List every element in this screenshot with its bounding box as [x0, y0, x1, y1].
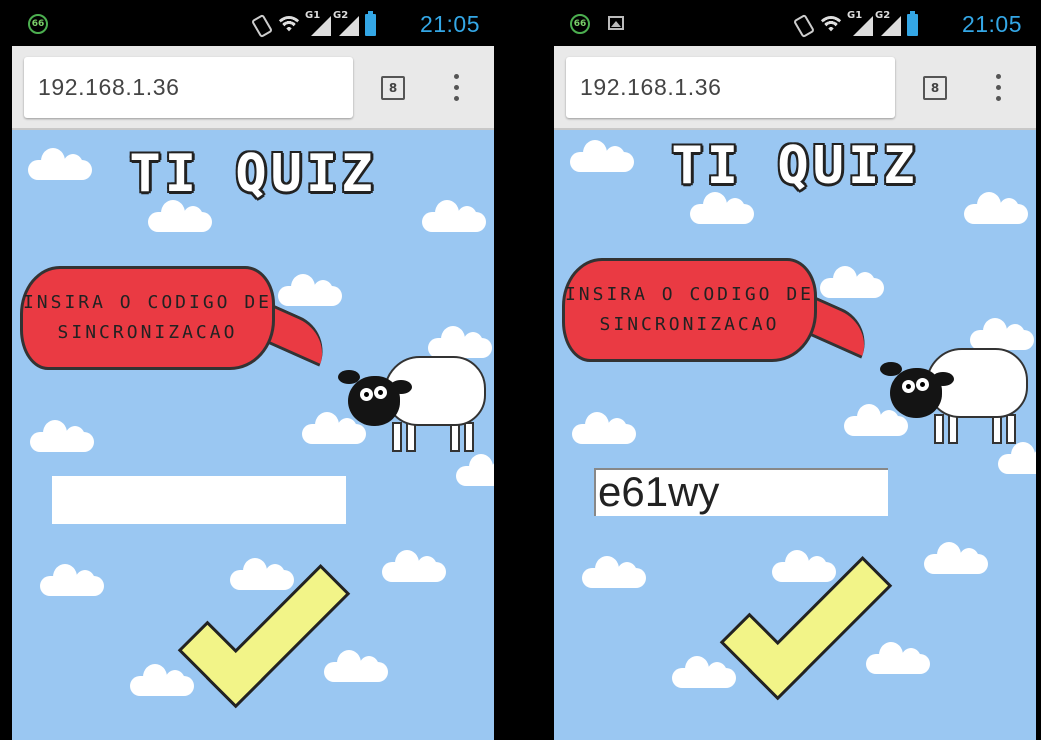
notification-badge-icon: 66 — [570, 14, 590, 34]
tab-switcher-button[interactable]: 8 — [923, 76, 947, 100]
browser-toolbar: 192.168.1.36 8 — [12, 46, 494, 130]
cloud-decoration — [130, 660, 194, 696]
tab-switcher-button[interactable]: 8 — [381, 76, 405, 100]
cloud-decoration — [278, 270, 342, 306]
phone-screen-before: 66 G1 G2 21:05 192.168.1.36 8 TI QUIZ IN… — [12, 0, 494, 740]
cloud-decoration — [382, 546, 446, 582]
cloud-decoration — [866, 638, 930, 674]
cloud-decoration — [572, 408, 636, 444]
address-bar[interactable]: 192.168.1.36 — [24, 57, 353, 118]
quiz-page: TI QUIZ INSIRA O CODIGO DE SINCRONIZACAO — [554, 130, 1036, 740]
sync-code-input[interactable] — [594, 468, 888, 516]
submit-checkmark-button[interactable] — [719, 527, 893, 701]
signal-icon: G2 — [333, 10, 359, 36]
sync-code-prompt: INSIRA O CODIGO DE SINCRONIZACAO — [22, 292, 273, 343]
vibrate-icon — [792, 13, 816, 39]
cloud-decoration — [672, 652, 736, 688]
status-bar: 66 G1 G2 21:05 — [554, 0, 1036, 46]
page-title: TI QUIZ — [671, 136, 919, 196]
signal-icon: G1 — [847, 10, 873, 36]
address-bar[interactable]: 192.168.1.36 — [566, 57, 895, 118]
cloud-decoration — [30, 416, 94, 452]
status-icons: G1 G2 — [792, 10, 918, 39]
cloud-decoration — [582, 552, 646, 588]
phone-screen-after: 66 G1 G2 21:05 192.168.1.36 8 TI QUIZ IN… — [554, 0, 1036, 740]
clock: 21:05 — [961, 11, 1022, 37]
sync-code-prompt: INSIRA O CODIGO DE SINCRONIZACAO — [564, 284, 815, 335]
signal-icon: G2 — [875, 10, 901, 36]
wifi-icon — [275, 14, 303, 36]
battery-icon — [907, 11, 918, 36]
vibrate-icon — [250, 13, 274, 39]
browser-toolbar: 192.168.1.36 8 — [554, 46, 1036, 130]
cloud-decoration — [40, 560, 104, 596]
cloud-decoration — [820, 262, 884, 298]
wifi-icon — [817, 14, 845, 36]
quiz-page: TI QUIZ INSIRA O CODIGO DE SINCRONIZACAO — [12, 130, 494, 740]
cloud-decoration — [924, 538, 988, 574]
notification-badge-icon: 66 — [28, 14, 48, 34]
image-notification-icon — [608, 16, 624, 30]
sheep-icon — [880, 342, 1030, 452]
status-bar: 66 G1 G2 21:05 — [12, 0, 494, 46]
submit-checkmark-button[interactable] — [177, 535, 351, 709]
cloud-decoration — [324, 646, 388, 682]
signal-icon: G1 — [305, 10, 331, 36]
status-icons: G1 G2 — [250, 10, 376, 39]
page-title: TI QUIZ — [129, 144, 377, 204]
clock: 21:05 — [419, 11, 480, 37]
sheep-icon — [338, 350, 488, 460]
overflow-menu-icon[interactable] — [452, 74, 460, 104]
sync-code-input[interactable] — [52, 476, 346, 524]
battery-icon — [365, 11, 376, 36]
overflow-menu-icon[interactable] — [994, 74, 1002, 104]
